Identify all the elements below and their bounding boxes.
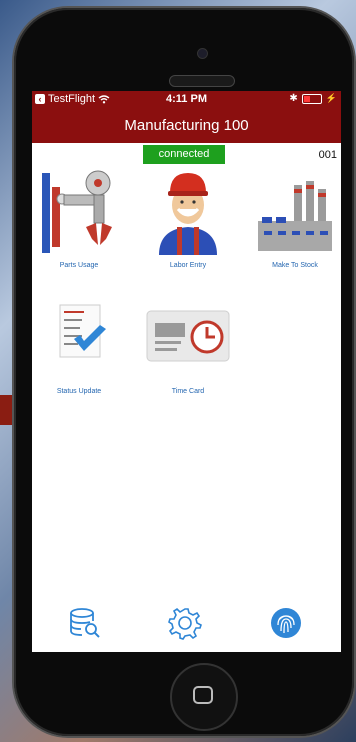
battery-level: [303, 95, 311, 102]
app-screen: ‹ TestFlight 4:11 PM ✱ ⚡ Manufacturing 1…: [32, 91, 341, 652]
bottom-toolbar: [32, 596, 341, 652]
status-update-tile[interactable]: Status Update: [34, 295, 124, 395]
time-card-tile[interactable]: Time Card: [143, 295, 233, 395]
device-id: 001: [318, 149, 337, 161]
worker-hardhat-icon: [159, 173, 217, 255]
labor-entry-label: Labor Entry: [169, 262, 207, 269]
fingerprint-icon[interactable]: [269, 606, 303, 640]
parts-usage-tile[interactable]: Parts Usage: [34, 169, 124, 269]
status-right: ✱ ⚡: [289, 93, 337, 104]
time-card-label: Time Card: [171, 388, 205, 395]
battery-icon: [301, 93, 322, 104]
parts-usage-label: Parts Usage: [59, 262, 99, 269]
labor-entry-tile[interactable]: Labor Entry: [143, 169, 233, 269]
charging-icon: ⚡: [325, 93, 337, 103]
robot-arm-icon: [42, 170, 112, 253]
earpiece-speaker: [169, 75, 235, 87]
factory-icon: [258, 181, 332, 251]
status-bar: ‹ TestFlight 4:11 PM ✱ ⚡: [32, 91, 341, 109]
checklist-icon: [59, 304, 106, 358]
settings-gear-icon[interactable]: [168, 606, 202, 640]
make-to-stock-tile[interactable]: Make To Stock: [250, 169, 340, 269]
front-camera: [197, 48, 208, 59]
page-title: Manufacturing 100: [32, 109, 341, 143]
bluetooth-icon: ✱: [289, 93, 298, 104]
time-card-icon: [146, 310, 230, 362]
connection-status-badge: connected: [143, 145, 225, 164]
database-search-icon[interactable]: [68, 606, 102, 640]
status-update-label: Status Update: [56, 388, 102, 395]
home-button[interactable]: [170, 663, 238, 731]
home-button-glyph: [193, 686, 213, 704]
make-to-stock-label: Make To Stock: [272, 262, 318, 269]
